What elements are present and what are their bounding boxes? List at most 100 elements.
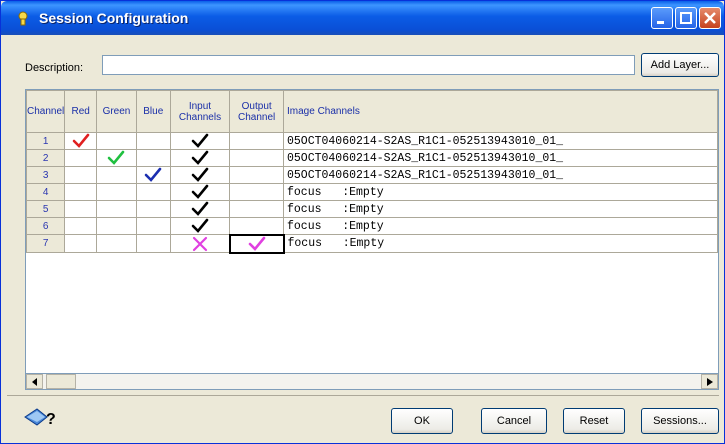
channel-number: 6 [25, 217, 66, 235]
empty-cell [65, 338, 97, 355]
red-cell[interactable] [64, 166, 98, 184]
image-channel-cell[interactable]: 05OCT04060214-S2AS_R1C1-052513943010_01_ [283, 132, 718, 150]
minimize-button[interactable] [651, 7, 673, 29]
empty-cell [27, 338, 65, 355]
blue-cell[interactable] [135, 234, 171, 253]
output-channel-cell[interactable] [229, 217, 284, 235]
ok-button[interactable]: OK [391, 408, 453, 434]
channel-number: 2 [25, 149, 66, 167]
channel-number: 4 [25, 183, 66, 201]
empty-cell [65, 321, 97, 338]
close-button[interactable] [699, 7, 721, 29]
empty-cell [136, 321, 170, 338]
input-channel-cell[interactable] [169, 183, 231, 201]
header-blue[interactable]: Blue [135, 90, 171, 133]
input-check-icon [189, 133, 211, 149]
table-row[interactable]: 7 focus :Empty [25, 233, 718, 254]
image-channel-cell[interactable]: focus :Empty [283, 200, 718, 218]
header-image-channels[interactable]: Image Channels [283, 90, 718, 133]
table-row[interactable]: 3 05OCT04060214-S2AS_R1C1-052513943010_01… [25, 166, 718, 184]
header-green[interactable]: Green [96, 90, 137, 133]
empty-row [27, 287, 718, 304]
input-channel-cell[interactable] [169, 149, 231, 167]
green-cell[interactable] [96, 183, 137, 201]
add-layer-button[interactable]: Add Layer... [641, 53, 719, 77]
table-row[interactable]: 6 focus :Empty [25, 217, 718, 235]
table-row[interactable]: 1 05OCT04060214-S2AS_R1C1-052513943010_01… [25, 132, 718, 150]
output-channel-cell[interactable] [229, 166, 284, 184]
empty-cell [230, 253, 284, 270]
input-channel-cell[interactable] [169, 234, 231, 253]
red-cell[interactable] [64, 132, 98, 150]
green-cell[interactable] [96, 217, 137, 235]
output-channel-cell[interactable] [229, 149, 284, 167]
scroll-thumb[interactable] [46, 374, 76, 389]
empty-cell [284, 321, 718, 338]
channel-number: 7 [25, 234, 66, 253]
header-output-channel[interactable]: Output Channel [229, 90, 284, 133]
green-cell[interactable] [96, 132, 137, 150]
empty-cell [97, 321, 137, 338]
output-check-icon [246, 236, 268, 252]
session-gear-icon [15, 10, 31, 26]
blue-cell[interactable] [135, 217, 171, 235]
blue-cell[interactable] [135, 166, 171, 184]
channel-rows: 1 05OCT04060214-S2AS_R1C1-052513943010_01… [25, 132, 718, 355]
horizontal-scrollbar[interactable] [25, 373, 719, 390]
green-cell[interactable] [96, 234, 137, 253]
input-channel-cell[interactable] [169, 166, 231, 184]
channel-table: Channel Red Green Blue Input Channels Ou… [25, 90, 718, 355]
window-title: Session Configuration [39, 10, 189, 26]
output-channel-cell[interactable] [228, 233, 285, 254]
scroll-left-button[interactable] [26, 374, 43, 389]
sessions-button[interactable]: Sessions... [641, 408, 719, 434]
scroll-left-arrow-icon [31, 377, 37, 386]
input-check-icon [189, 201, 211, 217]
red-cell[interactable] [64, 183, 98, 201]
blue-cell[interactable] [135, 200, 171, 218]
image-channel-cell[interactable]: 05OCT04060214-S2AS_R1C1-052513943010_01_ [283, 149, 718, 167]
image-channel-cell[interactable]: focus :Empty [283, 183, 718, 201]
image-channel-cell[interactable]: 05OCT04060214-S2AS_R1C1-052513943010_01_ [283, 166, 718, 184]
red-cell[interactable] [64, 234, 98, 253]
image-channel-cell[interactable]: focus :Empty [283, 234, 718, 253]
table-row[interactable]: 2 05OCT04060214-S2AS_R1C1-052513943010_01… [25, 149, 718, 167]
empty-cell [27, 304, 65, 321]
red-cell[interactable] [64, 217, 98, 235]
output-channel-cell[interactable] [229, 132, 284, 150]
empty-cell [284, 253, 718, 270]
table-row[interactable]: 5 focus :Empty [25, 200, 718, 218]
svg-text:?: ? [46, 411, 56, 428]
table-row[interactable]: 4 focus :Empty [25, 183, 718, 201]
empty-cell [284, 304, 718, 321]
empty-cell [284, 287, 718, 304]
empty-cell [97, 253, 137, 270]
scroll-right-button[interactable] [701, 374, 718, 389]
output-channel-cell[interactable] [229, 200, 284, 218]
description-input[interactable] [102, 55, 635, 75]
blue-cell[interactable] [135, 183, 171, 201]
header-input-channels[interactable]: Input Channels [169, 90, 231, 133]
green-cell[interactable] [96, 166, 137, 184]
input-channel-cell[interactable] [169, 132, 231, 150]
header-red[interactable]: Red [64, 90, 98, 133]
green-cell[interactable] [96, 200, 137, 218]
red-cell[interactable] [64, 149, 98, 167]
input-channel-cell[interactable] [169, 200, 231, 218]
header-channel[interactable]: Channel [25, 90, 66, 133]
title-bar[interactable]: Session Configuration [1, 1, 724, 35]
maximize-button[interactable] [675, 7, 697, 29]
input-channel-cell[interactable] [169, 217, 231, 235]
cancel-button[interactable]: Cancel [481, 408, 547, 434]
blue-cell[interactable] [135, 149, 171, 167]
empty-cell [136, 270, 170, 287]
help-context-icon[interactable]: ? [23, 405, 57, 431]
input-cross-icon [189, 236, 211, 252]
reset-button[interactable]: Reset [563, 408, 625, 434]
red-cell[interactable] [64, 200, 98, 218]
green-cell[interactable] [96, 149, 137, 167]
empty-cell [97, 304, 137, 321]
output-channel-cell[interactable] [229, 183, 284, 201]
blue-cell[interactable] [135, 132, 171, 150]
image-channel-cell[interactable]: focus :Empty [283, 217, 718, 235]
